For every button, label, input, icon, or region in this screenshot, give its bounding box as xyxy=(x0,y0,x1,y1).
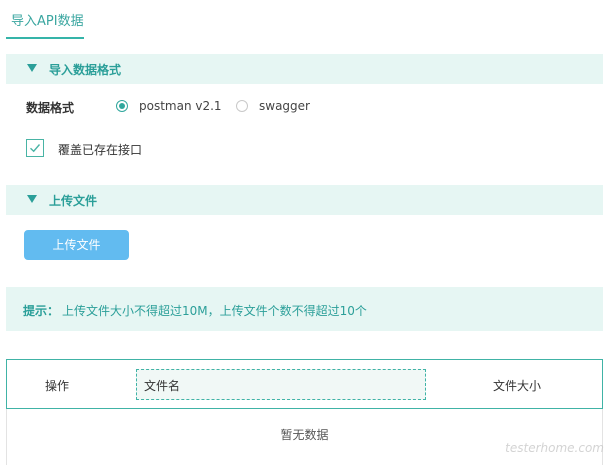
checkmark-icon xyxy=(30,144,41,153)
column-header-filename-label: 文件名 xyxy=(144,379,181,393)
upload-file-button[interactable]: 上传文件 xyxy=(24,230,129,260)
section-header-upload[interactable]: 上传文件 xyxy=(6,185,603,215)
tab-label: 导入API数据 xyxy=(11,14,84,29)
column-header-filename[interactable]: 文件名 xyxy=(136,369,426,400)
data-format-label: 数据格式 xyxy=(26,101,75,115)
tip-text: 上传文件大小不得超过10M，上传文件个数不得超过10个 xyxy=(62,304,367,318)
section-title-import-format: 导入数据格式 xyxy=(49,63,122,77)
overwrite-label[interactable]: 覆盖已存在接口 xyxy=(58,141,142,158)
file-table-header: 操作 文件名 文件大小 xyxy=(6,359,603,409)
column-header-filesize: 文件大小 xyxy=(493,379,542,393)
overwrite-checkbox[interactable] xyxy=(26,139,44,157)
file-table-body: 暂无数据 xyxy=(6,409,603,465)
section-title-upload: 上传文件 xyxy=(49,194,98,208)
caret-down-icon xyxy=(27,195,37,203)
section-header-import-format[interactable]: 导入数据格式 xyxy=(6,54,603,84)
watermark: testerhome.com xyxy=(505,441,604,455)
tab-import-api-data[interactable]: 导入API数据 xyxy=(6,0,84,40)
radio-postman-label[interactable]: postman v2.1 xyxy=(139,99,222,113)
radio-postman[interactable] xyxy=(116,100,128,112)
radio-swagger[interactable] xyxy=(236,100,248,112)
tip-prefix: 提示： xyxy=(23,304,60,318)
tip-banner: 提示： 上传文件大小不得超过10M，上传文件个数不得超过10个 xyxy=(6,287,603,331)
tab-active-underline xyxy=(6,37,84,39)
column-header-action: 操作 xyxy=(45,379,70,393)
radio-swagger-label[interactable]: swagger xyxy=(259,99,310,113)
caret-down-icon xyxy=(27,64,37,72)
